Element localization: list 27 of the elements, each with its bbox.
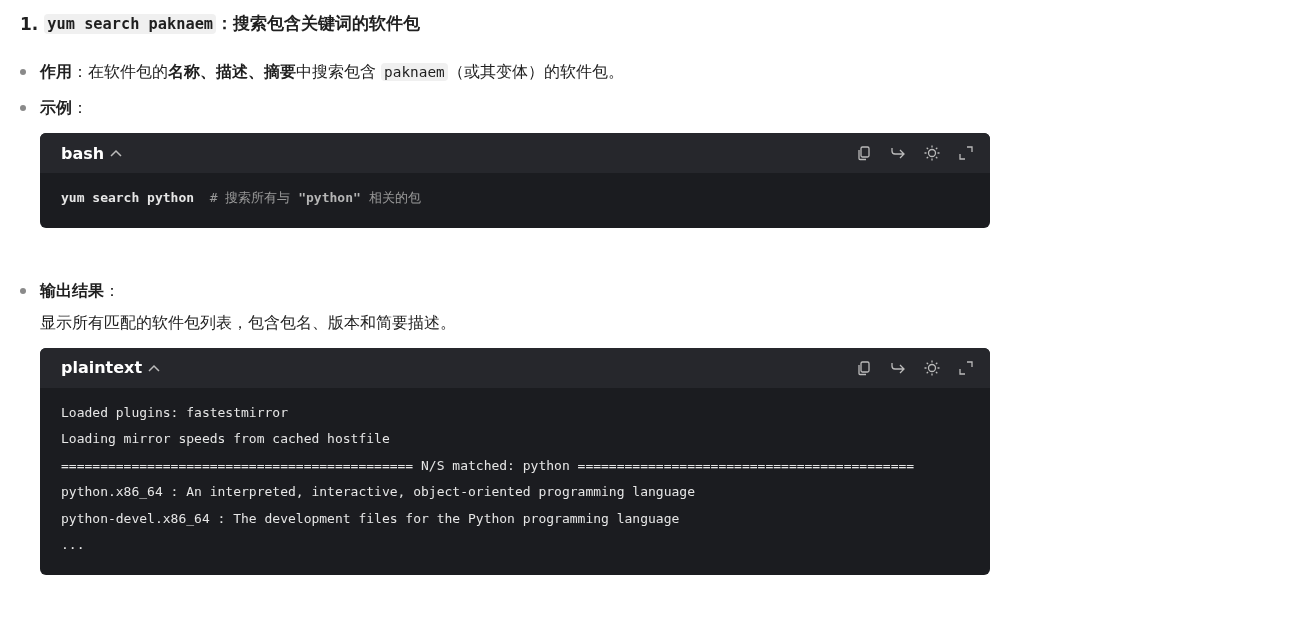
code-line: Loading mirror speeds from cached hostfile xyxy=(61,430,391,448)
description-text: 显示所有匹配的软件包列表，包含包名、版本和简要描述。 xyxy=(40,311,457,334)
caret-icon xyxy=(110,149,123,157)
code-line: ============================================= N/S matched: python =========================================== xyxy=(61,456,916,475)
code-line: yum search python # 搜索所有与 "python" 相关的包 xyxy=(61,189,422,207)
language-toggle[interactable]: plaintext xyxy=(61,358,161,377)
code-line: ... xyxy=(61,536,86,554)
sun-icon[interactable] xyxy=(924,359,940,376)
bullet-text: 作用：在软件包的名称、描述、摘要中搜索包含 paknaem （或其变体）的软件包。 xyxy=(40,61,624,83)
caret-icon xyxy=(148,363,161,372)
list-number: 1. xyxy=(20,13,39,34)
code-line: python.x86_64 : An interpreted, interactive, object-oriented programming language xyxy=(61,483,696,501)
sun-icon[interactable] xyxy=(924,145,940,161)
expand-icon[interactable] xyxy=(958,145,974,161)
bullet-icon xyxy=(20,287,26,294)
bullet-text: 示例： xyxy=(40,97,89,119)
copy-icon[interactable] xyxy=(856,359,872,376)
arrow-icon[interactable] xyxy=(890,145,906,161)
bullet-icon xyxy=(20,69,26,75)
code-line: Loaded plugins: fastestmirror xyxy=(61,403,289,422)
bullet-text: 输出结果： xyxy=(40,279,121,302)
section-heading: yum search paknaem ：搜索包含关键词的软件包 xyxy=(44,12,421,35)
expand-icon[interactable] xyxy=(958,359,974,376)
bullet-icon xyxy=(20,105,26,111)
language-toggle[interactable]: bash xyxy=(61,143,123,163)
code-line: python-devel.x86_64 : The development files for the Python programming language xyxy=(61,509,681,528)
copy-icon[interactable] xyxy=(856,145,872,161)
